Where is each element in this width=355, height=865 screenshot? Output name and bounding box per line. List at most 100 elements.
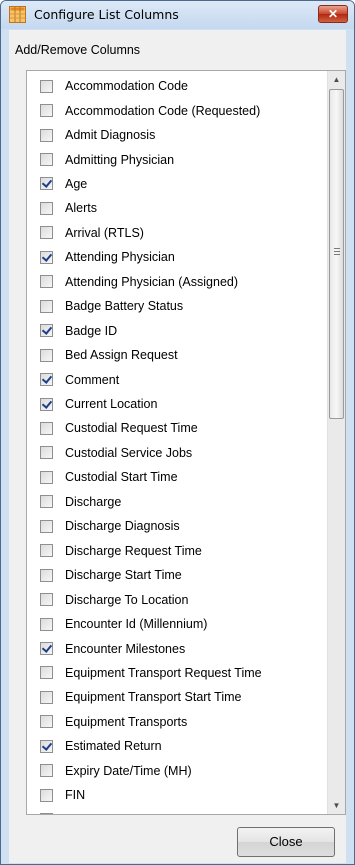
column-item[interactable]: Attending Physician (Assigned) bbox=[27, 270, 327, 294]
column-item[interactable]: Equipment Transport Request Time bbox=[27, 661, 327, 685]
column-item[interactable]: Badge ID bbox=[27, 319, 327, 343]
column-label: Accommodation Code (Requested) bbox=[65, 103, 261, 118]
column-checkbox[interactable] bbox=[40, 250, 53, 264]
dialog-body: Add/Remove Columns Accommodation Code Acc… bbox=[9, 30, 346, 863]
column-checkbox[interactable] bbox=[40, 348, 53, 362]
column-checkbox[interactable] bbox=[40, 495, 53, 509]
window-title: Configure List Columns bbox=[34, 7, 179, 22]
column-item[interactable]: Comment bbox=[27, 367, 327, 391]
column-item[interactable]: Current Location bbox=[27, 392, 327, 416]
columns-list: Accommodation Code Accommodation Code (Re… bbox=[27, 71, 327, 814]
column-item[interactable]: Bed Assign Request bbox=[27, 343, 327, 367]
column-checkbox[interactable] bbox=[40, 226, 53, 240]
column-checkbox[interactable] bbox=[40, 642, 53, 656]
column-checkbox[interactable] bbox=[40, 373, 53, 387]
column-label: Current Location bbox=[65, 397, 158, 412]
column-checkbox[interactable] bbox=[40, 397, 53, 411]
column-checkbox[interactable] bbox=[40, 446, 53, 460]
column-label: Comment bbox=[65, 372, 120, 387]
scroll-down-icon[interactable]: ▼ bbox=[328, 797, 345, 814]
column-item[interactable]: Expiry Date/Time (MH) bbox=[27, 759, 327, 783]
column-checkbox[interactable] bbox=[40, 617, 53, 631]
column-label: Encounter Id (Millennium) bbox=[65, 617, 208, 632]
vertical-scrollbar[interactable]: ▲ ▼ bbox=[327, 71, 345, 814]
column-item[interactable]: Accommodation Code (Requested) bbox=[27, 98, 327, 122]
column-item[interactable]: Badge Battery Status bbox=[27, 294, 327, 318]
column-item[interactable]: Age bbox=[27, 172, 327, 196]
column-item[interactable]: Equipment Transport Start Time bbox=[27, 685, 327, 709]
column-label: Arrival (RTLS) bbox=[65, 225, 144, 240]
column-label: Alerts bbox=[65, 201, 97, 216]
column-checkbox[interactable] bbox=[40, 299, 53, 313]
window-close-button[interactable]: ✕ bbox=[318, 5, 348, 23]
column-checkbox[interactable] bbox=[40, 470, 53, 484]
column-label: Equipment Transport Start Time bbox=[65, 690, 242, 705]
column-label: Estimated Return bbox=[65, 739, 162, 754]
title-bar[interactable]: Configure List Columns ✕ bbox=[1, 1, 354, 29]
column-label: Discharge To Location bbox=[65, 592, 189, 607]
column-label: Custodial Request Time bbox=[65, 421, 198, 436]
column-checkbox[interactable] bbox=[40, 690, 53, 704]
column-checkbox[interactable] bbox=[40, 275, 53, 289]
column-label: Age bbox=[65, 176, 88, 191]
column-checkbox[interactable] bbox=[40, 79, 53, 93]
column-item[interactable]: Discharge Diagnosis bbox=[27, 514, 327, 538]
column-checkbox[interactable] bbox=[40, 421, 53, 435]
column-label: Badge Battery Status bbox=[65, 299, 184, 314]
column-item[interactable]: Equipment Transports bbox=[27, 710, 327, 734]
column-checkbox[interactable] bbox=[40, 666, 53, 680]
columns-listbox[interactable]: Accommodation Code Accommodation Code (Re… bbox=[26, 70, 346, 815]
column-label: Expiry Date/Time (MH) bbox=[65, 763, 192, 778]
column-checkbox[interactable] bbox=[40, 593, 53, 607]
column-checkbox[interactable] bbox=[40, 813, 53, 814]
column-checkbox[interactable] bbox=[40, 153, 53, 167]
column-item[interactable]: Estimated Return bbox=[27, 734, 327, 758]
column-label: Equipment Transports bbox=[65, 714, 188, 729]
column-item[interactable]: FIN bbox=[27, 783, 327, 807]
column-item[interactable]: Discharge Start Time bbox=[27, 563, 327, 587]
column-label: Bed Assign Request bbox=[65, 348, 178, 363]
scrollbar-thumb[interactable] bbox=[329, 89, 344, 419]
column-item[interactable]: Encounter Id (Millennium) bbox=[27, 612, 327, 636]
column-label: Discharge Start Time bbox=[65, 568, 182, 583]
column-item[interactable]: Arrival (RTLS) bbox=[27, 221, 327, 245]
close-button[interactable]: Close bbox=[237, 827, 335, 857]
column-label: Attending Physician (Assigned) bbox=[65, 274, 239, 289]
column-item[interactable]: Accommodation Code bbox=[27, 74, 327, 98]
column-label: Badge ID bbox=[65, 323, 118, 338]
column-checkbox[interactable] bbox=[40, 788, 53, 802]
scroll-up-icon[interactable]: ▲ bbox=[328, 71, 345, 88]
column-label: Discharge Request Time bbox=[65, 543, 202, 558]
column-item[interactable]: Admit Diagnosis bbox=[27, 123, 327, 147]
column-label: Equipment Transport Request Time bbox=[65, 665, 262, 680]
column-label: Discharge Diagnosis bbox=[65, 519, 180, 534]
scrollbar-grip-icon bbox=[334, 248, 340, 255]
column-item[interactable]: Attending Physician bbox=[27, 245, 327, 269]
column-checkbox[interactable] bbox=[40, 177, 53, 191]
column-checkbox[interactable] bbox=[40, 519, 53, 533]
column-item[interactable]: Custodial Service Jobs bbox=[27, 441, 327, 465]
column-item[interactable]: Custodial Start Time bbox=[27, 465, 327, 489]
column-label: Custodial Start Time bbox=[65, 470, 178, 485]
column-checkbox[interactable] bbox=[40, 104, 53, 118]
column-item[interactable]: Alerts bbox=[27, 196, 327, 220]
column-checkbox[interactable] bbox=[40, 715, 53, 729]
column-item[interactable]: Discharge Request Time bbox=[27, 539, 327, 563]
column-item[interactable]: Gender bbox=[27, 808, 327, 814]
column-label: FIN bbox=[65, 788, 86, 803]
column-label: Discharge bbox=[65, 494, 122, 509]
column-checkbox[interactable] bbox=[40, 739, 53, 753]
column-item[interactable]: Custodial Request Time bbox=[27, 416, 327, 440]
column-checkbox[interactable] bbox=[40, 201, 53, 215]
column-label: Accommodation Code bbox=[65, 79, 188, 94]
column-checkbox[interactable] bbox=[40, 544, 53, 558]
column-item[interactable]: Encounter Milestones bbox=[27, 636, 327, 660]
column-item[interactable]: Discharge To Location bbox=[27, 587, 327, 611]
column-checkbox[interactable] bbox=[40, 128, 53, 142]
column-item[interactable]: Discharge bbox=[27, 490, 327, 514]
column-checkbox[interactable] bbox=[40, 568, 53, 582]
column-label: Admitting Physician bbox=[65, 152, 175, 167]
column-item[interactable]: Admitting Physician bbox=[27, 147, 327, 171]
column-checkbox[interactable] bbox=[40, 324, 53, 338]
column-checkbox[interactable] bbox=[40, 764, 53, 778]
